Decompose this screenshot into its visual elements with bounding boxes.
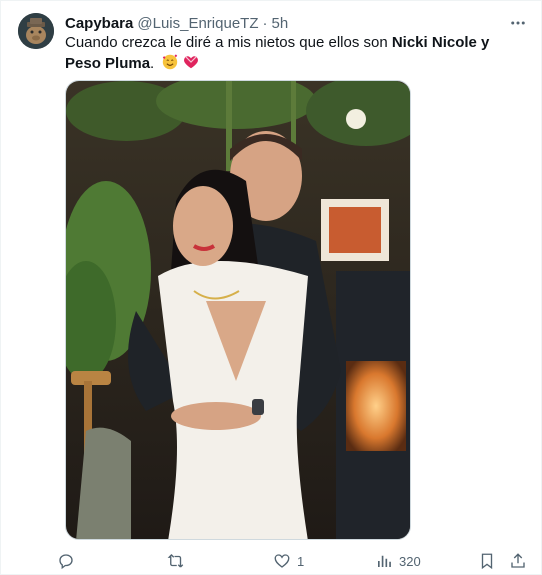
timestamp[interactable]: 5h bbox=[272, 15, 289, 32]
reply-icon bbox=[59, 554, 73, 570]
more-icon bbox=[511, 21, 525, 25]
views-count: 320 bbox=[399, 553, 421, 569]
retweet-icon bbox=[167, 554, 184, 568]
heart-icon bbox=[274, 554, 290, 568]
smiling-face-with-hearts-emoji-icon bbox=[163, 54, 178, 70]
share-icon bbox=[511, 553, 525, 568]
heart-with-ribbon-emoji-icon bbox=[184, 56, 199, 69]
analytics-icon bbox=[378, 555, 391, 567]
tweet-card[interactable]: Capybara @Luis_EnriqueTZ · 5h Cuando cre… bbox=[0, 0, 542, 575]
bookmark-icon bbox=[481, 553, 493, 570]
avatar[interactable] bbox=[18, 13, 54, 49]
display-name[interactable]: Capybara bbox=[65, 15, 133, 32]
tweet-text-part: Cuando crezca le diré a mis nietos que e… bbox=[65, 34, 392, 51]
bookmark-button[interactable] bbox=[478, 549, 496, 573]
photo-icon bbox=[66, 81, 410, 539]
tweet-text-part: . bbox=[150, 55, 155, 72]
tweet-actions: 1 320 bbox=[57, 549, 533, 573]
retweet-button[interactable] bbox=[167, 549, 191, 573]
like-button[interactable]: 1 bbox=[273, 549, 304, 573]
views-button[interactable]: 320 bbox=[375, 549, 421, 573]
user-handle[interactable]: @Luis_EnriqueTZ bbox=[137, 15, 258, 32]
more-options-button[interactable] bbox=[507, 13, 529, 33]
separator-dot: · bbox=[262, 14, 268, 32]
reply-button[interactable] bbox=[57, 549, 81, 573]
capybara-avatar-icon bbox=[18, 13, 54, 49]
tweet-header: Capybara @Luis_EnriqueTZ · 5h bbox=[65, 13, 288, 33]
tweet-photo[interactable] bbox=[65, 80, 411, 540]
like-count: 1 bbox=[297, 553, 305, 569]
tweet-text: Cuando crezca le diré a mis nietos que e… bbox=[65, 33, 505, 74]
share-button[interactable] bbox=[509, 549, 527, 573]
